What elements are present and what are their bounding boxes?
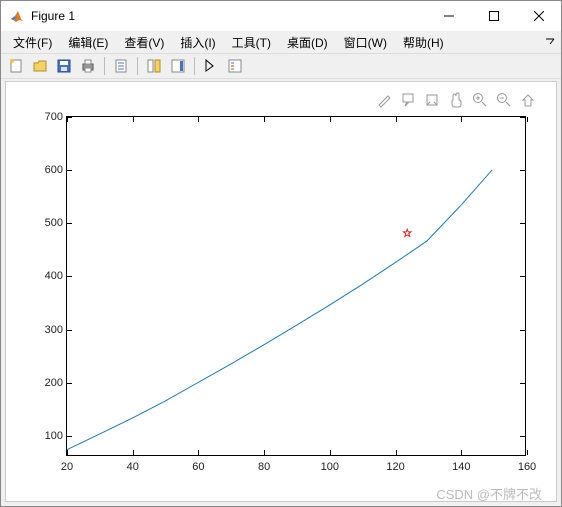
toolbar-separator xyxy=(137,57,138,75)
open-button[interactable] xyxy=(29,55,51,77)
toolbar-separator xyxy=(194,57,195,75)
menu-desktop[interactable]: 桌面(D) xyxy=(279,32,336,53)
figure-window: Figure 1 文件(F) 编辑(E) 查看(V) 插入(I) 工具(T) 桌… xyxy=(0,0,562,507)
axes[interactable]: 100200300400500600700 204060801001201401… xyxy=(66,116,526,456)
toolbar-separator xyxy=(104,57,105,75)
window-buttons xyxy=(426,1,561,31)
menu-edit[interactable]: 编辑(E) xyxy=(60,32,116,53)
new-figure-button[interactable] xyxy=(5,55,27,77)
menu-view[interactable]: 查看(V) xyxy=(116,32,172,53)
brush-icon[interactable] xyxy=(374,90,394,110)
maximize-button[interactable] xyxy=(471,1,516,31)
menu-insert[interactable]: 插入(I) xyxy=(172,32,223,53)
menu-window[interactable]: 窗口(W) xyxy=(336,32,395,53)
datatip-icon[interactable] xyxy=(398,90,418,110)
x-tick-label: 140 xyxy=(452,461,470,473)
plot-area: 100 200 300 400 500 600 700 20 40 60 80 100 120 140 1… xyxy=(5,81,557,502)
insert-legend-button[interactable] xyxy=(224,55,246,77)
matlab-logo-icon xyxy=(9,8,25,24)
save-button[interactable] xyxy=(53,55,75,77)
menu-help[interactable]: 帮助(H) xyxy=(395,32,452,53)
menubar: 文件(F) 编辑(E) 查看(V) 插入(I) 工具(T) 桌面(D) 窗口(W… xyxy=(1,31,561,53)
link-plot-button[interactable] xyxy=(143,55,165,77)
close-button[interactable] xyxy=(516,1,561,31)
toolbar-dropdown-icon[interactable] xyxy=(545,35,555,49)
y-tick-label: 100 xyxy=(29,430,63,442)
x-tick-label: 100 xyxy=(321,461,339,473)
menu-tools[interactable]: 工具(T) xyxy=(224,32,279,53)
axes-toolbar xyxy=(374,90,538,110)
restore-view-icon[interactable] xyxy=(518,90,538,110)
line-plot xyxy=(67,117,525,455)
zoom-out-icon[interactable] xyxy=(494,90,514,110)
toolbar xyxy=(1,53,561,79)
pan-icon[interactable] xyxy=(446,90,466,110)
edit-plot-button[interactable] xyxy=(200,55,222,77)
watermark-text: CSDN @不牌不改 xyxy=(436,484,542,503)
x-tick-label: 60 xyxy=(192,461,204,473)
zoom-in-icon[interactable] xyxy=(470,90,490,110)
y-tick-label: 400 xyxy=(29,270,63,282)
x-tick-label: 160 xyxy=(518,461,536,473)
x-tick-label: 20 xyxy=(61,461,73,473)
y-tick-label: 700 xyxy=(29,111,63,123)
y-tick-label: 600 xyxy=(29,164,63,176)
y-tick-label: 500 xyxy=(29,217,63,229)
x-tick-label: 80 xyxy=(258,461,270,473)
colorbar-button[interactable] xyxy=(167,55,189,77)
y-tick-label: 300 xyxy=(29,324,63,336)
y-tick-label: 200 xyxy=(29,377,63,389)
print-button[interactable] xyxy=(77,55,99,77)
print-preview-button[interactable] xyxy=(110,55,132,77)
x-tick-label: 120 xyxy=(386,461,404,473)
titlebar: Figure 1 xyxy=(1,1,561,31)
window-title: Figure 1 xyxy=(31,9,426,23)
menu-file[interactable]: 文件(F) xyxy=(5,32,60,53)
minimize-button[interactable] xyxy=(426,1,471,31)
x-tick-label: 40 xyxy=(127,461,139,473)
rotate3d-icon[interactable] xyxy=(422,90,442,110)
